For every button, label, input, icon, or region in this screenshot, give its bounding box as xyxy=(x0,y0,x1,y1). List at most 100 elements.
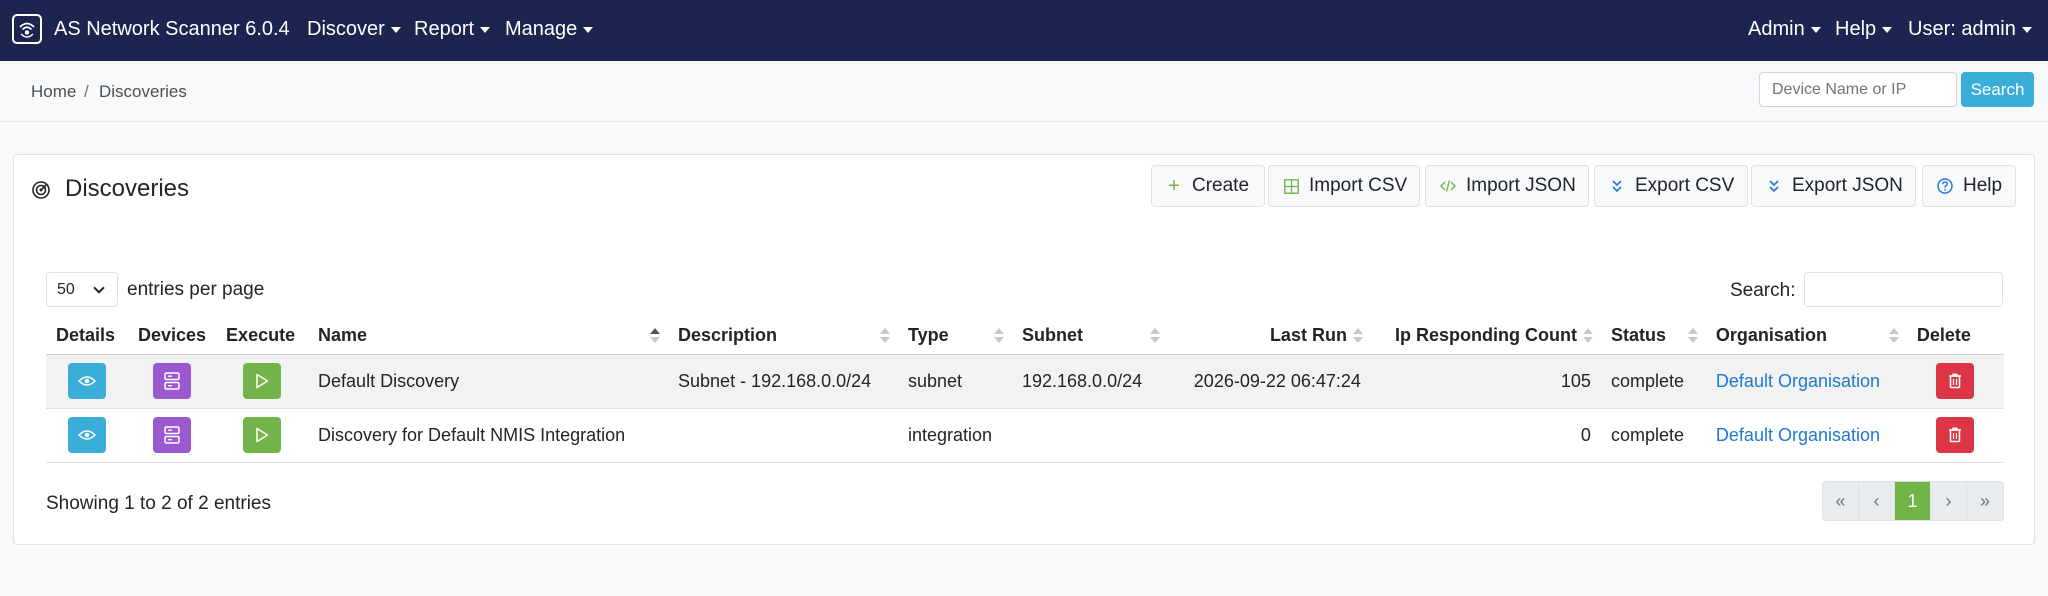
details-button[interactable] xyxy=(67,417,106,453)
server-icon xyxy=(164,426,180,444)
col-devices: Devices xyxy=(127,318,217,355)
chevron-down-icon xyxy=(93,282,105,294)
col-subnet[interactable]: Subnet xyxy=(1011,318,1168,355)
device-search-input[interactable] xyxy=(1759,72,1957,107)
help-button[interactable]: Help xyxy=(1922,165,2016,207)
organisation-link[interactable]: Default Organisation xyxy=(1716,371,1880,391)
col-subnet-label: Subnet xyxy=(1021,325,1083,346)
nav-manage-label: Manage xyxy=(505,18,578,40)
chevrons-down-icon xyxy=(1609,179,1625,193)
execute-button[interactable] xyxy=(243,363,282,399)
caret-down-icon xyxy=(583,26,594,33)
nav-discover-label: Discover xyxy=(307,18,385,40)
col-status[interactable]: Status xyxy=(1600,318,1706,355)
pagination: « ‹ 1 › » xyxy=(1822,481,2004,521)
col-description-label: Description xyxy=(678,325,778,346)
nav-user[interactable]: User: admin xyxy=(1908,18,2032,41)
col-execute: Execute xyxy=(216,318,309,355)
cell-status: complete xyxy=(1600,408,1706,463)
export-csv-button[interactable]: Export CSV xyxy=(1594,165,1748,207)
entries-per-page-select[interactable]: 50 xyxy=(46,272,118,307)
nav-help-label: Help xyxy=(1835,18,1877,40)
col-delete: Delete xyxy=(1906,318,2004,355)
breadcrumb-bar: Home / Discoveries Search xyxy=(0,61,2048,122)
cell-organisation: Default Organisation xyxy=(1705,408,1907,463)
col-description[interactable]: Description xyxy=(668,318,898,355)
plus-icon: + xyxy=(1168,174,1180,197)
entries-per-page: 50 entries per page xyxy=(46,272,264,307)
caret-down-icon xyxy=(1810,26,1821,33)
table-search-input[interactable] xyxy=(1804,272,2003,307)
nav-report[interactable]: Report xyxy=(414,18,491,41)
delete-button[interactable] xyxy=(1936,417,1975,453)
pagination-page-1[interactable]: 1 xyxy=(1895,482,1931,520)
import-csv-button[interactable]: Import CSV xyxy=(1268,165,1420,207)
sort-icon xyxy=(1888,328,1899,344)
table-search-label: Search: xyxy=(1730,280,1796,301)
cell-details xyxy=(46,354,128,409)
brand[interactable]: AS Network Scanner 6.0.4 xyxy=(12,14,290,44)
col-ip-responding-count-label: Ip Responding Count xyxy=(1394,325,1577,346)
sort-asc-icon xyxy=(650,328,661,344)
caret-down-icon xyxy=(2021,26,2032,33)
nav-help[interactable]: Help xyxy=(1835,18,1893,41)
cell-details xyxy=(46,408,128,463)
pagination-last[interactable]: » xyxy=(1967,482,2003,520)
nav-discover[interactable]: Discover xyxy=(307,18,401,41)
col-last-run-label: Last Run xyxy=(1269,325,1347,346)
pagination-first[interactable]: « xyxy=(1823,482,1859,520)
breadcrumb-home[interactable]: Home xyxy=(31,82,76,102)
cell-last-run: 2026-09-22 06:47:24 xyxy=(1167,354,1371,409)
cell-description xyxy=(668,408,898,463)
help-label: Help xyxy=(1963,175,2003,196)
cell-devices xyxy=(127,408,217,463)
pagination-prev[interactable]: ‹ xyxy=(1859,482,1895,520)
col-organisation[interactable]: Organisation xyxy=(1705,318,1907,355)
col-last-run[interactable]: Last Run xyxy=(1167,318,1371,355)
import-json-button[interactable]: Import JSON xyxy=(1425,165,1589,207)
discoveries-table: Details Devices Execute Name Description… xyxy=(46,318,2004,463)
caret-down-icon xyxy=(480,26,491,33)
details-button[interactable] xyxy=(67,363,106,399)
cell-subnet xyxy=(1011,408,1168,463)
cell-type: integration xyxy=(898,408,1012,463)
cell-organisation: Default Organisation xyxy=(1705,354,1907,409)
caret-down-icon xyxy=(390,26,401,33)
col-ip-responding-count[interactable]: Ip Responding Count xyxy=(1370,318,1601,355)
create-button[interactable]: + Create xyxy=(1151,165,1265,207)
caret-down-icon xyxy=(1882,26,1893,33)
breadcrumb-separator: / xyxy=(84,82,89,101)
col-type-label: Type xyxy=(908,325,949,346)
import-json-label: Import JSON xyxy=(1466,175,1576,196)
sort-icon xyxy=(993,328,1004,344)
import-csv-label: Import CSV xyxy=(1309,175,1408,196)
eye-icon xyxy=(77,376,96,386)
col-type[interactable]: Type xyxy=(898,318,1012,355)
page-title: Discoveries xyxy=(31,175,189,203)
execute-button[interactable] xyxy=(243,417,282,453)
table-row: Discovery for Default NMIS Integration i… xyxy=(46,408,2004,463)
server-icon xyxy=(164,372,180,390)
cell-ip-responding-count: 0 xyxy=(1370,408,1601,463)
top-navbar: AS Network Scanner 6.0.4 Discover Report… xyxy=(0,0,2048,61)
table-info: Showing 1 to 2 of 2 entries xyxy=(46,493,271,514)
cell-devices xyxy=(127,354,217,409)
nav-admin[interactable]: Admin xyxy=(1748,18,1821,41)
devices-button[interactable] xyxy=(153,417,192,453)
pagination-next[interactable]: › xyxy=(1931,482,1967,520)
trash-icon xyxy=(1949,373,1962,389)
delete-button[interactable] xyxy=(1936,363,1975,399)
trash-icon xyxy=(1949,427,1962,443)
chevrons-down-icon xyxy=(1766,179,1782,193)
cell-description: Subnet - 192.168.0.0/24 xyxy=(668,354,898,409)
create-label: Create xyxy=(1192,175,1250,196)
export-json-button[interactable]: Export JSON xyxy=(1751,165,1916,207)
device-search-button[interactable]: Search xyxy=(1961,72,2034,107)
table-row: Default Discovery Subnet - 192.168.0.0/2… xyxy=(46,354,2004,409)
organisation-link[interactable]: Default Organisation xyxy=(1716,425,1880,445)
col-name[interactable]: Name xyxy=(308,318,669,355)
devices-button[interactable] xyxy=(153,363,192,399)
nav-manage[interactable]: Manage xyxy=(505,18,594,41)
col-details: Details xyxy=(46,318,128,355)
cell-subnet: 192.168.0.0/24 xyxy=(1011,354,1168,409)
